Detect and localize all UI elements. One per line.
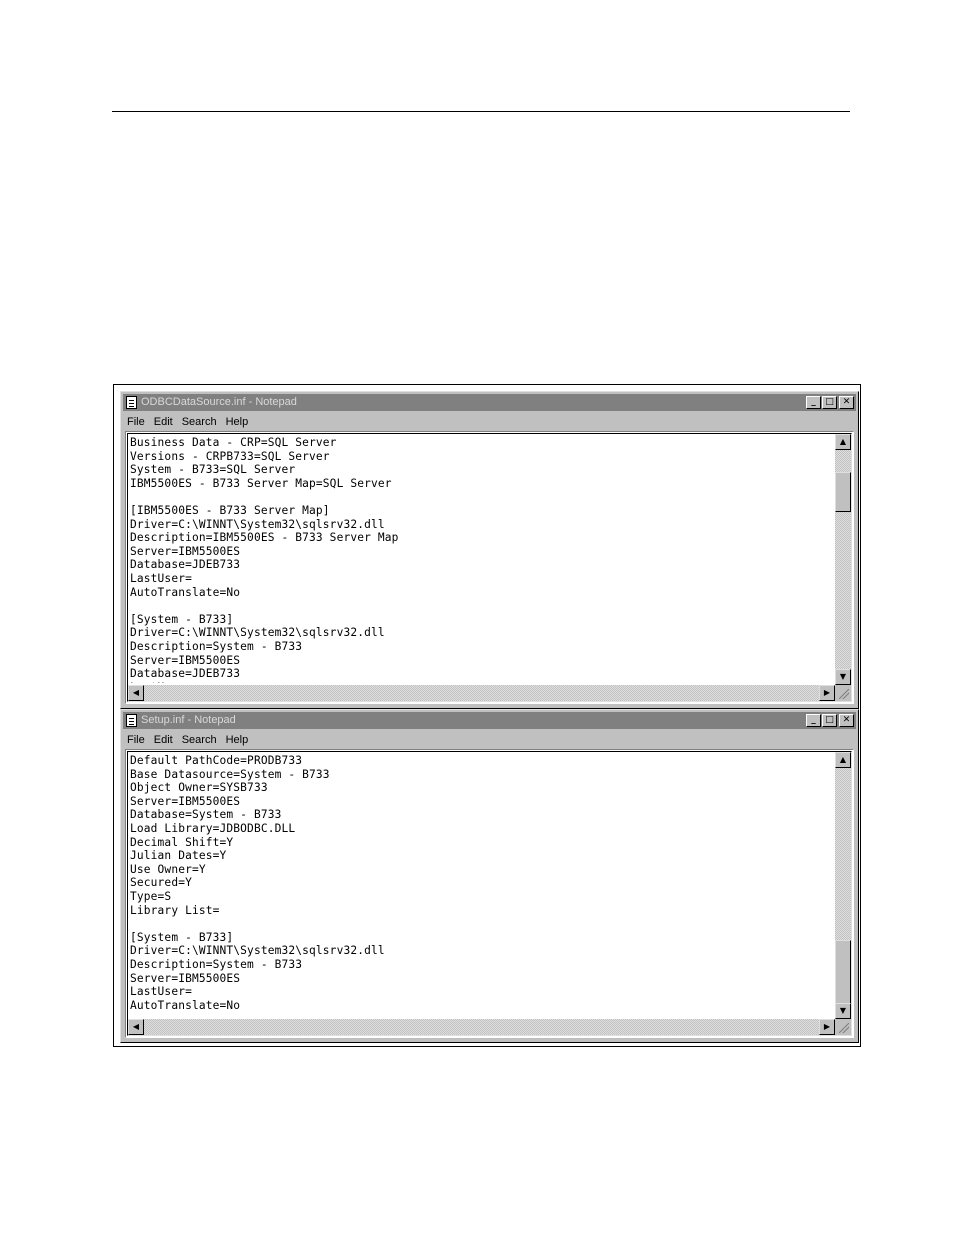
- text-line: Object Owner=SYSB733: [130, 781, 268, 795]
- text-line: System - B733=SQL Server: [130, 463, 296, 477]
- menu-edit[interactable]: Edit: [154, 413, 173, 431]
- text-line: Description=IBM5500ES - B733 Server Map: [130, 531, 399, 545]
- maximize-button[interactable]: □: [822, 714, 837, 727]
- window-title: ODBCDataSource.inf - Notepad: [141, 396, 297, 408]
- scroll-left-button[interactable]: ◀: [128, 1019, 144, 1035]
- text-line: Driver=C:\WINNT\System32\sqlsrv32.dll: [130, 944, 385, 958]
- text-line: Driver=C:\WINNT\System32\sqlsrv32.dll: [130, 626, 385, 640]
- text-line: Versions - CRPB733=SQL Server: [130, 449, 330, 463]
- screenshot-frame: ODBCDataSource.inf - Notepad _ □ ✕ File …: [113, 384, 861, 1047]
- text-line: Server=IBM5500ES: [130, 653, 241, 667]
- text-line: Business Data - CRP=SQL Server: [130, 436, 337, 449]
- maximize-button[interactable]: □: [822, 396, 837, 409]
- title-bar[interactable]: Setup.inf - Notepad _ □ ✕: [123, 712, 856, 729]
- text-line: [System - B733]: [130, 612, 234, 626]
- text-line: Server=IBM5500ES: [130, 971, 241, 985]
- scroll-thumb[interactable]: [835, 940, 851, 1006]
- text-line: [IBM5500ES - B733 Server Map]: [130, 503, 330, 517]
- text-line: Secured=Y: [130, 876, 192, 890]
- text-line: Base Datasource=System - B733: [130, 767, 330, 781]
- text-line: [130, 917, 833, 931]
- text-line: [130, 490, 833, 504]
- text-line: AutoTranslate=No: [130, 585, 241, 599]
- scroll-thumb[interactable]: [835, 472, 851, 512]
- text-line: Description=System - B733: [130, 957, 303, 971]
- menu-file[interactable]: File: [127, 731, 145, 749]
- text-line: AutoTranslate=No: [130, 998, 241, 1012]
- scroll-down-button[interactable]: ▼: [835, 669, 851, 685]
- title-bar[interactable]: ODBCDataSource.inf - Notepad _ □ ✕: [123, 394, 856, 411]
- menu-help[interactable]: Help: [226, 413, 249, 431]
- minimize-button[interactable]: _: [806, 714, 821, 727]
- window-title: Setup.inf - Notepad: [141, 714, 236, 726]
- text-editor[interactable]: Business Data - CRP=SQL Server Versions -…: [125, 431, 854, 704]
- text-line: LastUser=: [130, 681, 833, 683]
- menu-help[interactable]: Help: [226, 731, 249, 749]
- text-content[interactable]: Business Data - CRP=SQL Server Versions -…: [130, 436, 833, 683]
- menu-file[interactable]: File: [127, 413, 145, 431]
- text-content[interactable]: Default PathCode=PRODB733 Base Datasource…: [130, 754, 833, 1017]
- text-line: Database=System - B733: [130, 808, 282, 822]
- menu-search[interactable]: Search: [182, 413, 217, 431]
- text-line: Use Owner=Y: [130, 862, 206, 876]
- text-line: Load Library=JDBODBC.DLL: [130, 821, 296, 835]
- horizontal-scrollbar[interactable]: ◀ ▶: [128, 1019, 835, 1035]
- page-top-rule: [112, 111, 850, 112]
- text-line: Type=S: [130, 889, 172, 903]
- text-line: Driver=C:\WINNT\System32\sqlsrv32.dll: [130, 517, 385, 531]
- scroll-right-button[interactable]: ▶: [819, 1019, 835, 1035]
- text-line: Default PathCode=PRODB733: [130, 754, 303, 767]
- text-line: Server=IBM5500ES: [130, 544, 241, 558]
- close-button[interactable]: ✕: [839, 396, 854, 409]
- horizontal-scrollbar[interactable]: ◀ ▶: [128, 685, 835, 701]
- text-line: Julian Dates=Y: [130, 849, 227, 863]
- resize-grip[interactable]: [835, 685, 851, 701]
- text-line: Library List=: [130, 903, 220, 917]
- text-line: Server=IBM5500ES: [130, 794, 241, 808]
- text-line: [System - B733]: [130, 930, 234, 944]
- menu-search[interactable]: Search: [182, 731, 217, 749]
- text-line: LastUser=: [130, 985, 192, 999]
- menu-edit[interactable]: Edit: [154, 731, 173, 749]
- scroll-up-button[interactable]: ▲: [835, 434, 851, 450]
- text-line: Decimal Shift=Y: [130, 835, 234, 849]
- vertical-scrollbar[interactable]: ▲ ▼: [835, 752, 851, 1019]
- scroll-up-button[interactable]: ▲: [835, 752, 851, 768]
- text-editor[interactable]: Default PathCode=PRODB733 Base Datasource…: [125, 749, 854, 1038]
- resize-grip[interactable]: [835, 1019, 851, 1035]
- text-line: Database=JDEB733: [130, 558, 241, 572]
- menu-bar: File Edit Search Help: [127, 731, 248, 749]
- notepad-icon[interactable]: [126, 396, 137, 409]
- notepad-window-odbc: ODBCDataSource.inf - Notepad _ □ ✕ File …: [120, 391, 859, 709]
- close-button[interactable]: ✕: [839, 714, 854, 727]
- scroll-right-button[interactable]: ▶: [819, 685, 835, 701]
- text-line: Description=System - B733: [130, 639, 303, 653]
- notepad-icon[interactable]: [126, 714, 137, 727]
- text-line: [130, 599, 833, 613]
- text-line: Database=JDEB733: [130, 667, 241, 681]
- notepad-window-setup: Setup.inf - Notepad _ □ ✕ File Edit Sear…: [120, 709, 859, 1043]
- vertical-scrollbar[interactable]: ▲ ▼: [835, 434, 851, 685]
- menu-bar: File Edit Search Help: [127, 413, 248, 431]
- text-line: LastUser=: [130, 571, 192, 585]
- scroll-down-button[interactable]: ▼: [835, 1003, 851, 1019]
- scroll-left-button[interactable]: ◀: [128, 685, 144, 701]
- text-line: IBM5500ES - B733 Server Map=SQL Server: [130, 476, 392, 490]
- minimize-button[interactable]: _: [806, 396, 821, 409]
